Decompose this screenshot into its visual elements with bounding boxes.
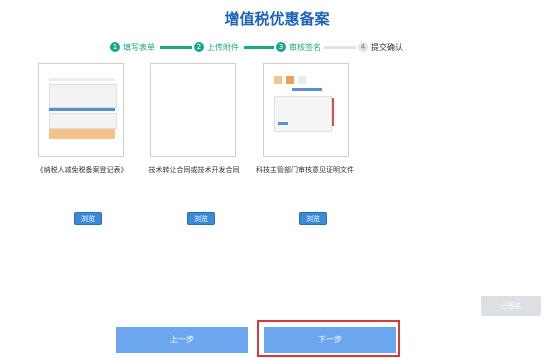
step-number: 1 <box>110 42 120 52</box>
step-number: 3 <box>276 42 286 52</box>
document-caption: 《纳税人减免税备案登记表》 <box>36 166 128 174</box>
previous-step-button[interactable]: 上一步 <box>116 327 248 353</box>
document-caption: 科技主管部门审核意见证明文件 <box>256 166 354 174</box>
document-caption: 技术转让合同或技术开发合同 <box>148 166 240 174</box>
step-number: 4 <box>358 42 368 52</box>
step-number: 2 <box>194 42 204 52</box>
next-step-button[interactable]: 下一步 <box>264 327 396 353</box>
step-fill-form: 1 填写表单 <box>110 40 155 54</box>
step-label: 填写表单 <box>123 42 155 52</box>
browse-button[interactable]: 浏览 <box>74 212 102 225</box>
browse-button[interactable]: 浏览 <box>187 212 215 225</box>
step-label: 提交确认 <box>371 42 403 52</box>
step-review-sign: 3 审核签名 <box>276 40 321 54</box>
browse-button[interactable]: 浏览 <box>299 212 327 225</box>
step-connector <box>160 46 192 49</box>
signed-button[interactable]: 已签名 <box>481 296 541 316</box>
document-thumbnail-technology-contract[interactable] <box>150 63 236 157</box>
document-thumbnail-approval-certificate[interactable] <box>263 63 349 157</box>
page-title: 增值税优惠备案 <box>224 10 330 28</box>
document-thumbnail-registration-form[interactable] <box>38 63 124 157</box>
step-label: 上传附件 <box>207 42 239 52</box>
step-upload-attachments: 2 上传附件 <box>194 40 239 54</box>
step-connector <box>244 46 274 49</box>
step-label: 审核签名 <box>289 42 321 52</box>
step-connector <box>324 46 356 49</box>
step-submit-confirm: 4 提交确认 <box>358 40 403 54</box>
